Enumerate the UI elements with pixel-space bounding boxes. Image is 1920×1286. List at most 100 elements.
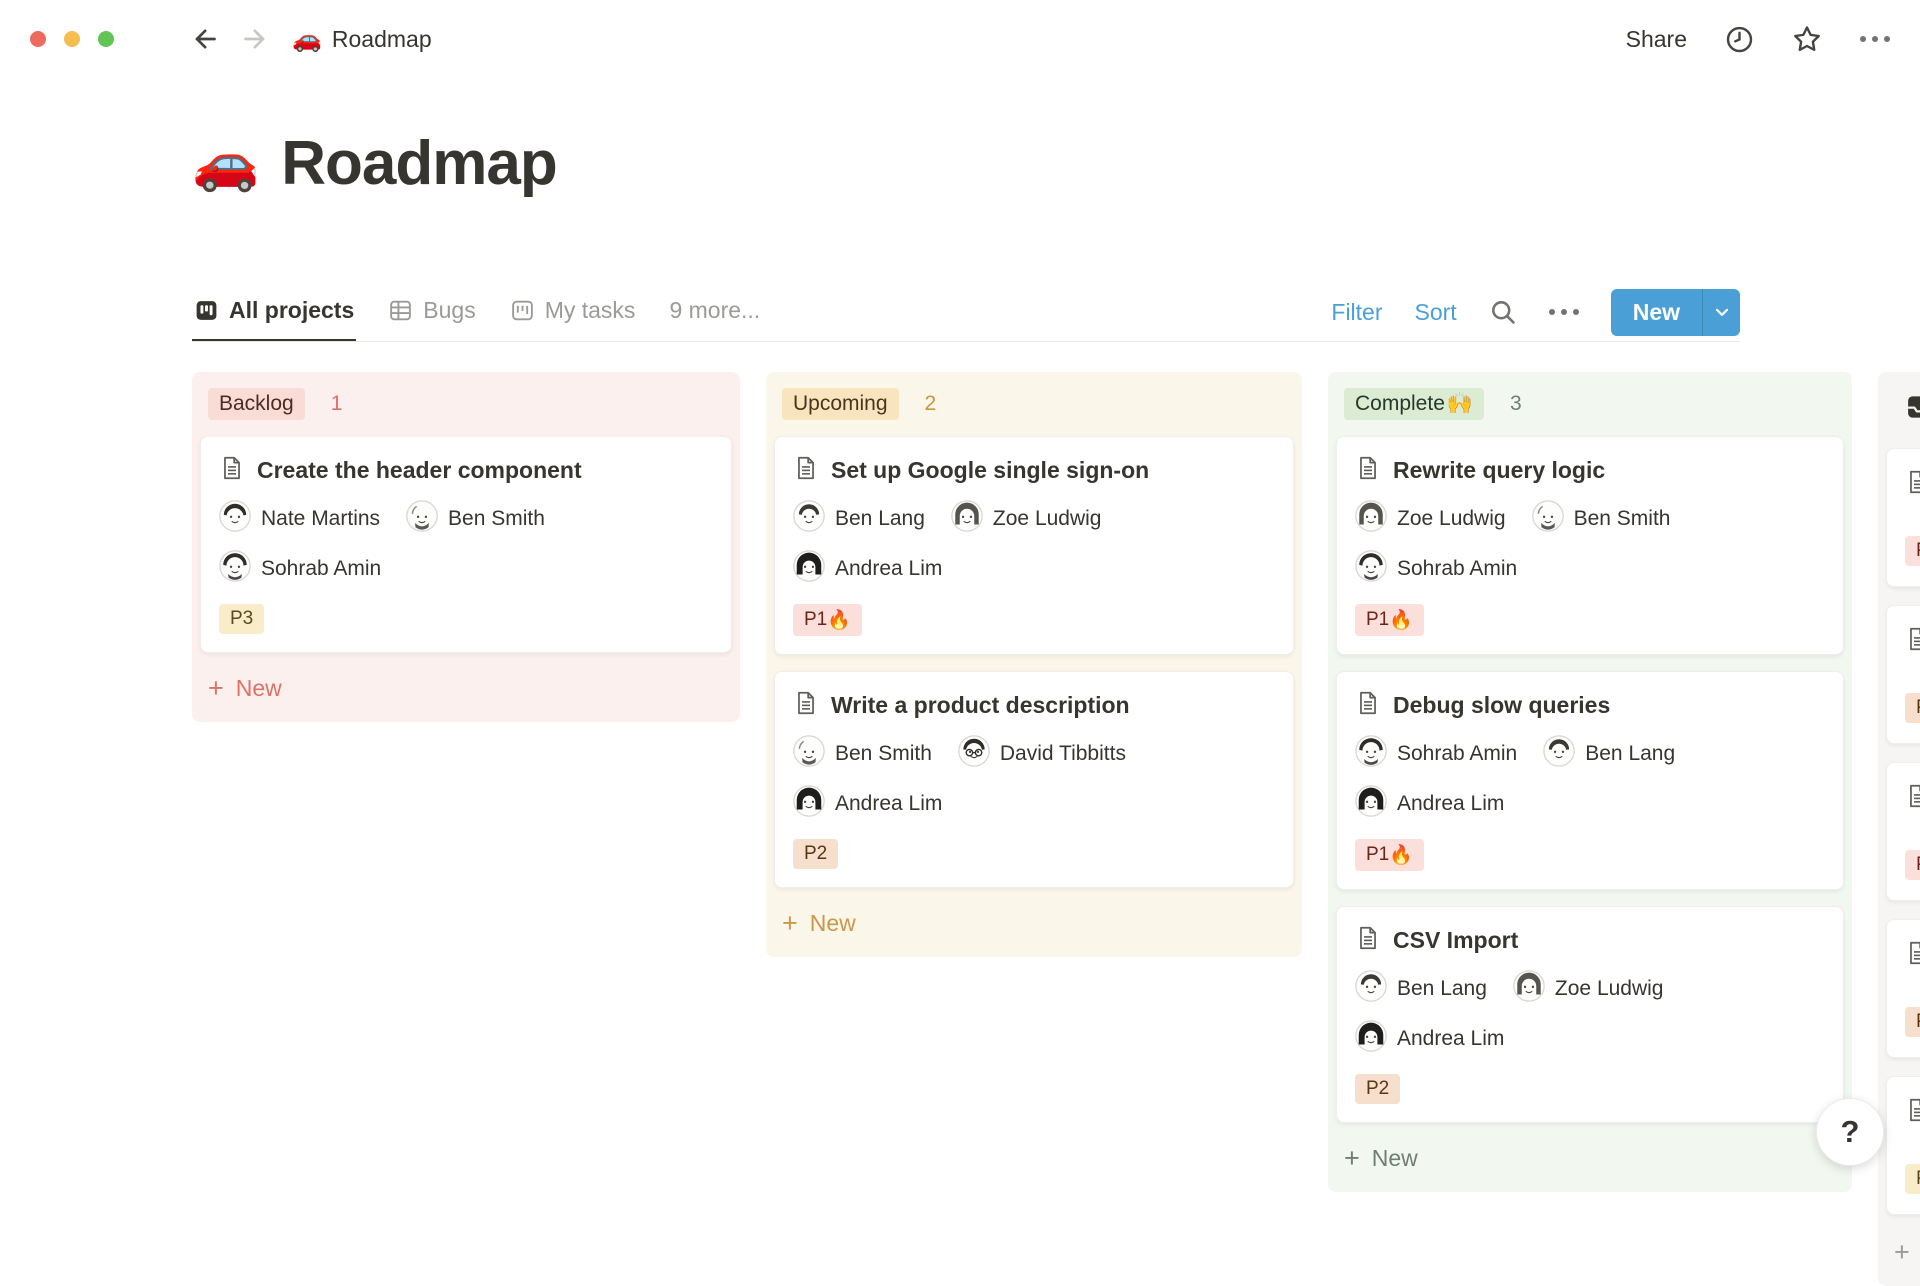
priority-label: P3	[1916, 1168, 1920, 1190]
assignee: Ben Lang	[1355, 970, 1487, 1008]
window-titlebar: 🚗 Roadmap Share	[0, 0, 1920, 78]
avatar	[793, 785, 825, 823]
priority-label: P2	[804, 843, 828, 864]
back-icon[interactable]	[190, 25, 218, 53]
inbox-icon	[1905, 392, 1920, 428]
card-assignees: Ben Lang Zoe Ludwig Andrea Lim	[1355, 970, 1825, 1058]
task-card[interactable]: P1	[1886, 448, 1920, 587]
task-card[interactable]: Debug slow queries Sohrab Amin Ben Lang And…	[1336, 671, 1844, 890]
minimize-window-button[interactable]	[64, 31, 80, 47]
traffic-lights	[30, 31, 114, 47]
add-card-label: New	[1371, 1145, 1418, 1171]
avatar	[793, 735, 825, 773]
zoom-window-button[interactable]	[98, 31, 114, 47]
avatar	[1513, 970, 1545, 1008]
new-button-label[interactable]: New	[1611, 289, 1702, 336]
new-button[interactable]: New	[1610, 288, 1740, 336]
task-card[interactable]: P1	[1886, 762, 1920, 901]
assignee: Zoe Ludwig	[1513, 970, 1664, 1008]
share-button[interactable]: Share	[1626, 26, 1687, 53]
assignee-name: Ben Smith	[835, 742, 932, 765]
plus-icon: +	[1894, 1237, 1910, 1267]
task-card[interactable]: Create the header component Nate Martins B…	[200, 436, 732, 653]
column-status-chip[interactable]: Backlog	[208, 388, 305, 420]
assignee: Zoe Ludwig	[951, 500, 1102, 538]
tab-9-more[interactable]: 9 more...	[667, 282, 762, 342]
tab-all-projects[interactable]: All projects	[192, 282, 357, 342]
task-card[interactable]: Set up Google single sign-on Ben Lang Zoe …	[774, 436, 1294, 655]
board-view-icon	[194, 298, 219, 323]
task-card[interactable]: CSV Import Ben Lang Zoe Ludwig Andrea Lim P2	[1336, 906, 1844, 1123]
column-status-chip[interactable]: Complete 🙌	[1344, 388, 1485, 420]
avatar	[1531, 500, 1564, 538]
forward-icon[interactable]	[242, 25, 270, 53]
filter-button[interactable]: Filter	[1331, 299, 1382, 326]
priority-label: P3	[230, 608, 254, 629]
search-icon[interactable]	[1489, 298, 1517, 326]
avatar	[1355, 735, 1387, 773]
column-name: Upcoming	[793, 392, 888, 415]
column-status-chip[interactable]	[1894, 388, 1920, 432]
column-name: Backlog	[219, 392, 294, 415]
sidebar-menu-icon[interactable]	[140, 28, 166, 50]
more-options-icon[interactable]	[1860, 36, 1890, 42]
card-title: Set up Google single sign-on	[831, 457, 1150, 483]
priority-badge: P1	[1905, 536, 1920, 566]
assignee: Zoe Ludwig	[1355, 500, 1506, 538]
assignee-name: Andrea Lim	[1397, 792, 1505, 815]
tab-label: All projects	[229, 297, 355, 323]
avatar	[951, 500, 983, 538]
priority-badge: P1 🔥	[1355, 604, 1424, 636]
column-header: Complete 🙌 3	[1344, 388, 1844, 420]
add-card-button[interactable]: +New	[200, 669, 732, 708]
priority-label: P1	[804, 609, 828, 630]
assignee: Sohrab Amin	[1355, 550, 1517, 588]
avatar	[1355, 550, 1387, 588]
tab-bugs[interactable]: Bugs	[386, 282, 477, 342]
task-card[interactable]: P2	[1886, 919, 1920, 1058]
view-options-icon[interactable]	[1548, 309, 1579, 315]
add-card-button[interactable]: + New	[1336, 1139, 1844, 1178]
page-emoji[interactable]: 🚗	[192, 132, 259, 195]
add-card-button[interactable]: +New	[1886, 1233, 1920, 1272]
add-card-button[interactable]: +New	[774, 904, 1294, 943]
history-clock-icon[interactable]	[1725, 25, 1754, 54]
column-status-chip[interactable]: Upcoming	[782, 388, 899, 420]
task-card[interactable]: Rewrite query logic Zoe Ludwig Ben Smith So…	[1336, 436, 1844, 655]
priority-label: P1	[1916, 854, 1920, 876]
priority-label: P1	[1366, 844, 1390, 865]
close-window-button[interactable]	[30, 31, 46, 47]
plus-icon: +	[1344, 1143, 1360, 1173]
tab-my-tasks[interactable]: My tasks	[508, 282, 638, 342]
page-icon	[1355, 690, 1381, 721]
card-assignees: Zoe Ludwig Ben Smith Sohrab Amin	[1355, 500, 1825, 588]
priority-label: P2	[1916, 697, 1920, 719]
sort-button[interactable]: Sort	[1415, 299, 1457, 326]
breadcrumb[interactable]: 🚗 Roadmap	[292, 25, 432, 54]
assignee-name: Sohrab Amin	[1397, 557, 1518, 580]
priority-label: P1	[1916, 540, 1920, 562]
assignee: Nate Martins	[219, 500, 380, 538]
page-icon	[1905, 940, 1920, 971]
new-button-chevron-down-icon[interactable]	[1702, 288, 1740, 336]
column-name: Complete	[1355, 392, 1445, 415]
fire-emoji: 🔥	[1389, 610, 1413, 631]
priority-badge: P2	[1905, 1007, 1920, 1037]
task-card[interactable]: Write a product description Ben Smith Davi…	[774, 671, 1294, 888]
board-column-hidden: P1 P2 P1 P2 P3 +New	[1878, 372, 1920, 1286]
page-icon	[1355, 925, 1381, 956]
page-icon	[793, 690, 819, 721]
task-card[interactable]: P2	[1886, 605, 1920, 744]
card-assignees: Sohrab Amin Ben Lang Andrea Lim	[1355, 735, 1825, 823]
assignee-name: Andrea Lim	[1397, 1027, 1505, 1050]
card-title: Write a product description	[831, 692, 1130, 718]
assignee-name: Ben Lang	[1397, 977, 1487, 1000]
favorite-star-icon[interactable]	[1792, 24, 1822, 54]
tab-label: 9 more...	[669, 297, 761, 323]
tab-label: Bugs	[423, 297, 476, 323]
page-title[interactable]: Roadmap	[281, 128, 557, 199]
priority-badge: P1 🔥	[1355, 839, 1424, 871]
assignee: Sohrab Amin	[219, 550, 381, 588]
task-card[interactable]: P3	[1886, 1076, 1920, 1215]
help-button[interactable]: ?	[1816, 1098, 1884, 1166]
